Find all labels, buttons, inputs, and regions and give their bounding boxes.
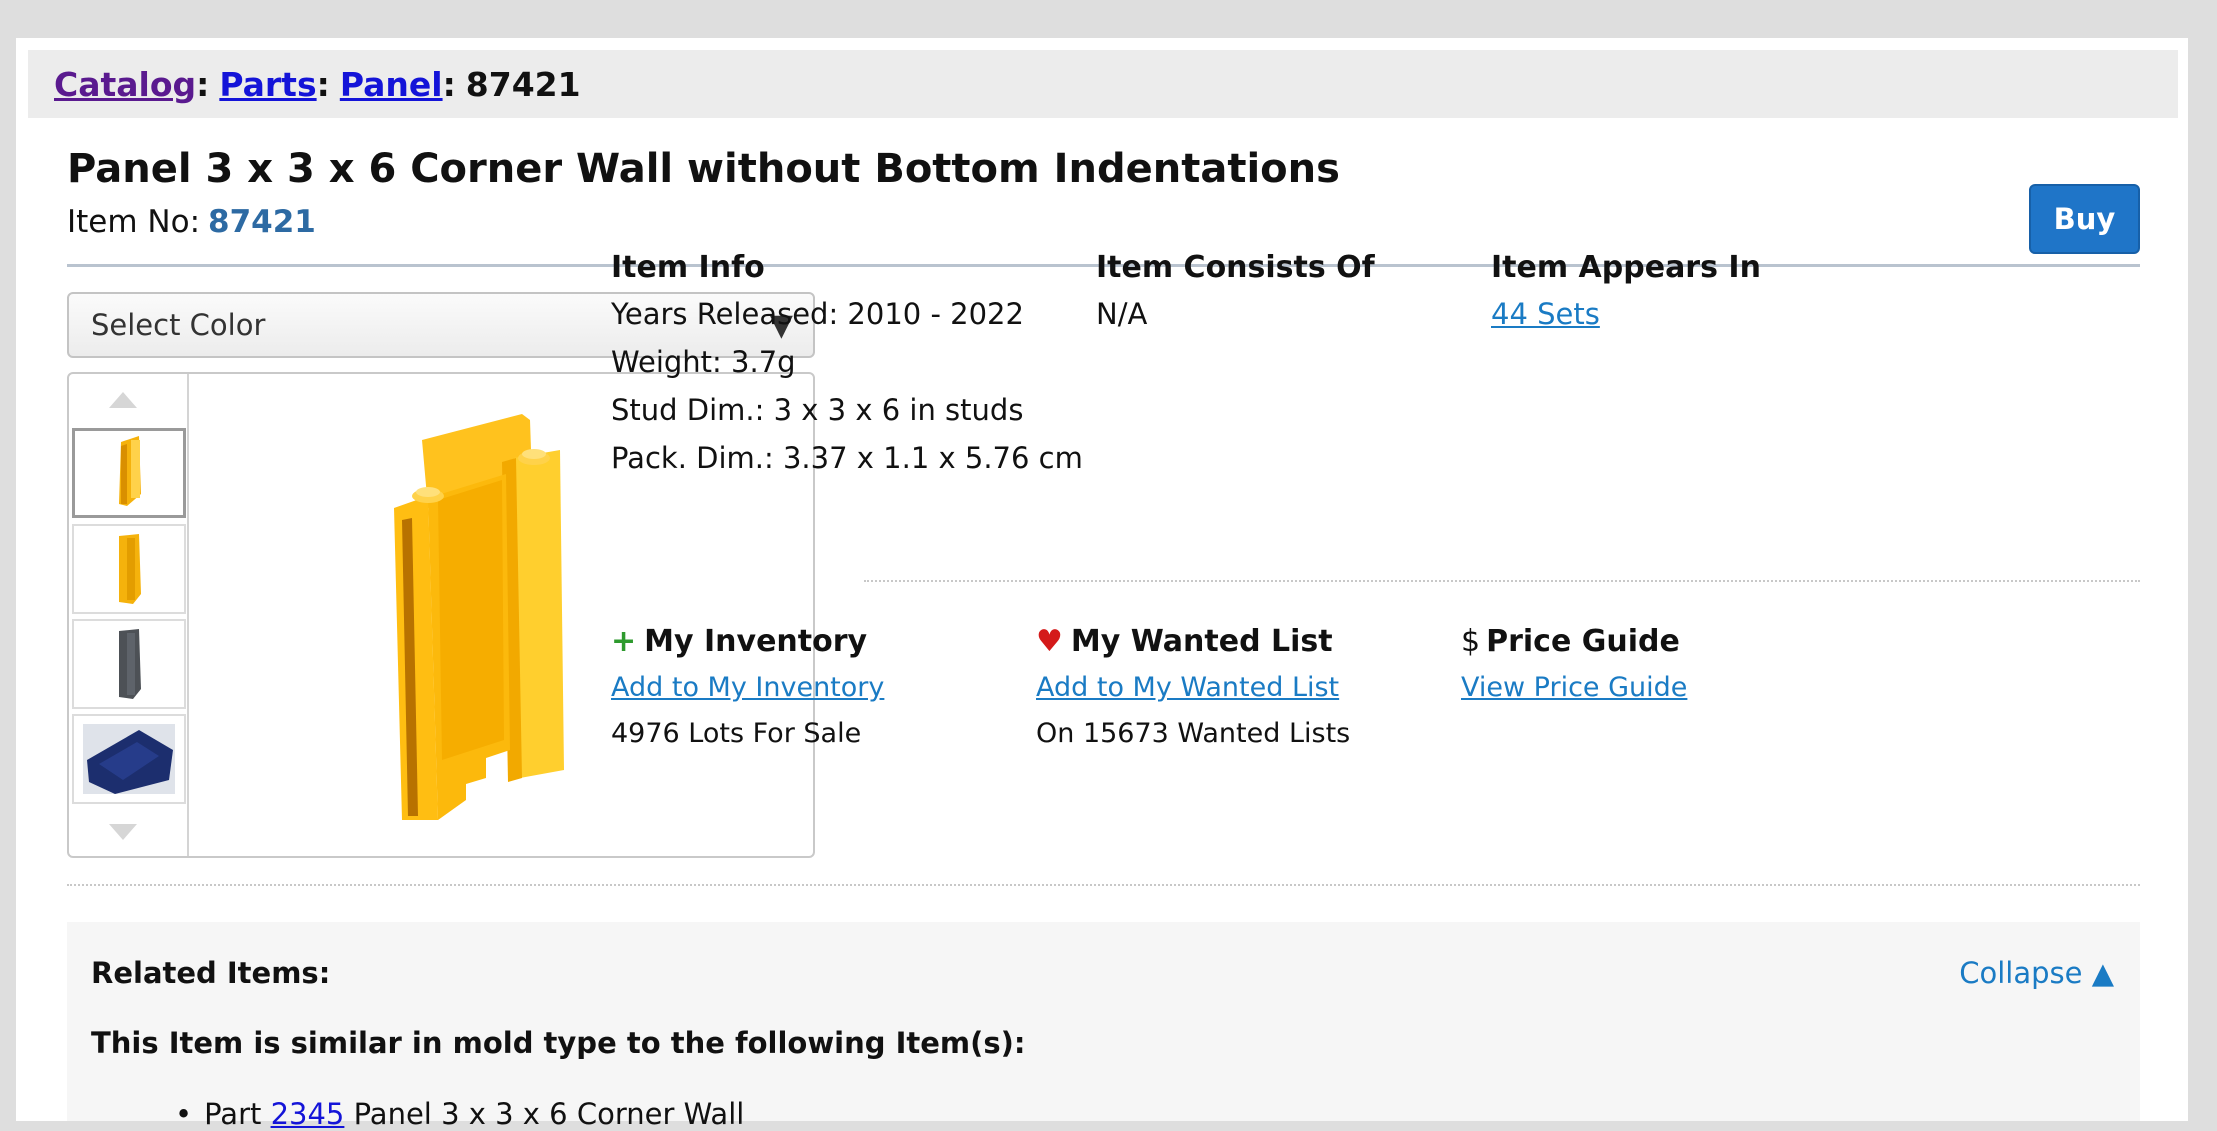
pack-dimensions: Pack. Dim.: 3.37 x 1.1 x 5.76 cm [611,441,1083,475]
breadcrumb-parts-link[interactable]: Parts [219,65,316,104]
thumbnail-dark-blue[interactable] [72,714,186,804]
page-title: Panel 3 x 3 x 6 Corner Wall without Bott… [67,146,1340,192]
lots-for-sale: 4976 Lots For Sale [611,718,862,749]
color-select-value: Select Color [91,308,266,342]
dark-blue-panel-thumb-icon [83,724,175,794]
consists-of-heading: Item Consists Of [1096,250,1375,285]
thumbnail-yellow-back[interactable] [72,524,186,614]
weight: Weight: 3.7g [611,345,796,379]
scroll-down-icon[interactable] [109,824,137,840]
thumbnail-dark-gray[interactable] [72,619,186,709]
scroll-up-icon[interactable] [109,392,137,408]
related-item: • Part 2345 Panel 3 x 3 x 6 Corner Wall [175,1097,744,1131]
breadcrumb-separator: : [196,64,210,104]
stud-dimensions: Stud Dim.: 3 x 3 x 6 in studs [611,393,1024,427]
breadcrumb-separator: : [316,64,330,104]
item-number: Item No: 87421 [67,204,316,240]
plus-icon: + [611,624,637,659]
appears-in-heading: Item Appears In [1491,250,1761,285]
bullet-icon: • [175,1097,193,1131]
yellow-panel-front-thumb-icon [119,436,141,506]
my-inventory-label: My Inventory [644,624,868,659]
info-divider [864,580,2140,582]
yellow-panel-back-thumb-icon [119,534,141,604]
breadcrumb-panel-link[interactable]: Panel [340,65,443,104]
dark-gray-panel-thumb-icon [119,629,141,699]
related-item-prefix: Part [204,1097,262,1131]
wanted-list-heading: ♥ My Wanted List [1036,624,1333,659]
related-items-section: Related Items: Collapse ▲ This Item is s… [67,922,2140,1131]
wanted-list-label: My Wanted List [1070,624,1333,659]
item-info-heading: Item Info [611,250,765,285]
add-to-inventory-link[interactable]: Add to My Inventory [611,672,884,703]
related-divider [67,884,2140,886]
price-guide-heading: $ Price Guide [1461,624,1680,659]
view-price-guide-link[interactable]: View Price Guide [1461,672,1687,703]
breadcrumb-current: 87421 [465,64,581,104]
thumbnail-column [69,374,189,856]
thumbnail-yellow-front[interactable] [72,428,186,518]
item-number-value: 87421 [208,204,316,240]
item-number-label: Item No: [67,204,201,240]
wanted-lists-count: On 15673 Wanted Lists [1036,718,1351,749]
related-items-subheading: This Item is similar in mold type to the… [91,1026,1026,1060]
catalog-item-page: Catalog : Parts : Panel : 87421 Panel 3 … [16,38,2188,1131]
appears-in-sets-link[interactable]: 44 Sets [1491,297,1600,331]
years-released: Years Released: 2010 - 2022 [611,297,1024,331]
breadcrumb-catalog-link[interactable]: Catalog [54,65,196,104]
breadcrumb-separator: : [442,64,456,104]
heart-icon: ♥ [1036,624,1063,659]
collapse-button[interactable]: Collapse ▲ [1959,956,2114,990]
related-item-name: Panel 3 x 3 x 6 Corner Wall [353,1097,745,1131]
related-part-link[interactable]: 2345 [271,1097,345,1131]
price-guide-label: Price Guide [1486,624,1680,659]
add-to-wanted-list-link[interactable]: Add to My Wanted List [1036,672,1339,703]
dollar-icon: $ [1461,624,1481,659]
yellow-corner-wall-panel-image [394,414,564,820]
buy-button[interactable]: Buy [2029,184,2140,254]
breadcrumb: Catalog : Parts : Panel : 87421 [28,50,2178,118]
my-inventory-heading: + My Inventory [611,624,867,659]
related-items-heading: Related Items: [91,956,331,990]
consists-of-value: N/A [1096,297,1148,331]
